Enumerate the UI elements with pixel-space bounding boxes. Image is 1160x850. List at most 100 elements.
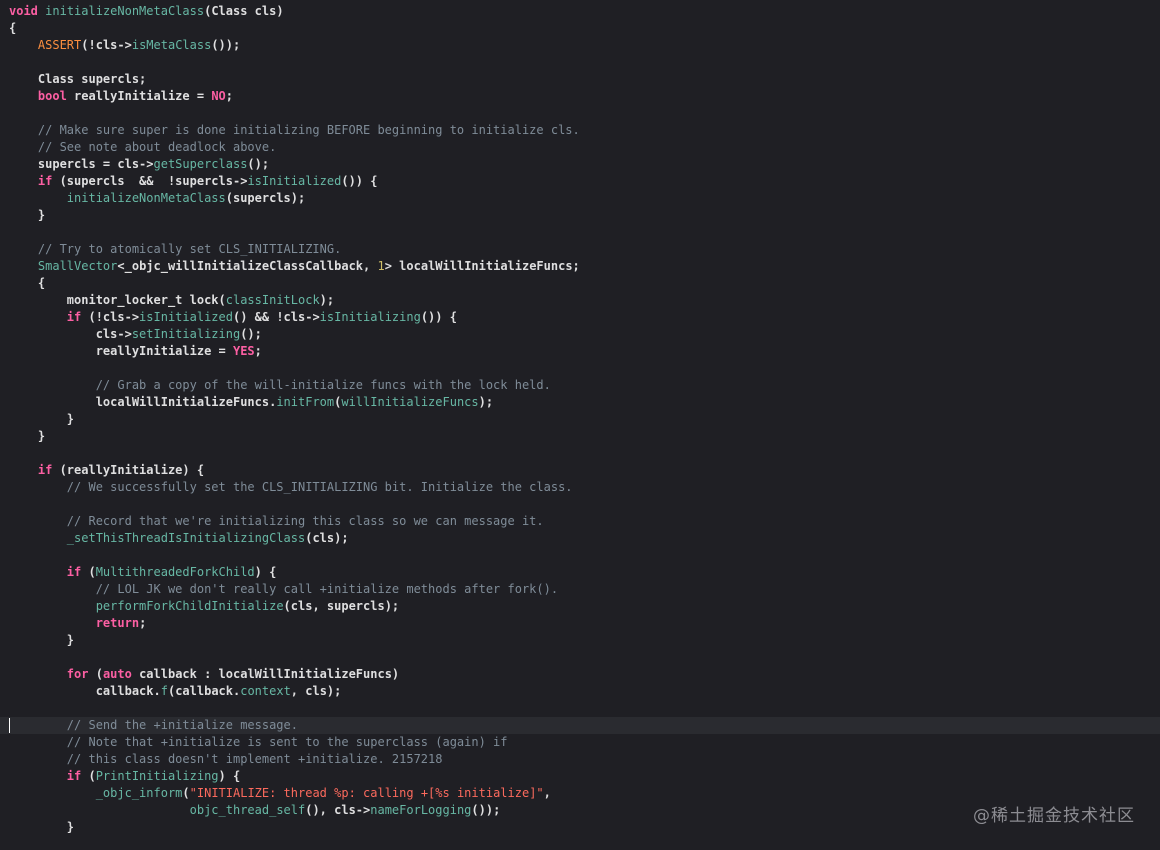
- code-token: ()) {: [420, 310, 457, 324]
- code-line[interactable]: supercls = cls->getSuperclass();: [9, 156, 1149, 173]
- code-token: // Make sure super is done initializing …: [9, 123, 580, 137]
- code-token: (: [88, 667, 103, 681]
- code-line[interactable]: initializeNonMetaClass(supercls);: [9, 190, 1149, 207]
- code-line[interactable]: performForkChildInitialize(cls, supercls…: [9, 598, 1149, 615]
- code-token: 1: [377, 259, 385, 273]
- code-token: // Record that we're initializing this c…: [9, 514, 544, 528]
- code-token: reallyInitialize =: [66, 89, 212, 103]
- code-line[interactable]: }: [9, 428, 1149, 445]
- code-token: }: [66, 412, 75, 426]
- code-view[interactable]: void initializeNonMetaClass(Class cls){ …: [0, 3, 1160, 836]
- code-token: ,: [543, 786, 551, 800]
- code-token: );: [478, 395, 494, 409]
- code-token: , cls);: [290, 684, 342, 698]
- code-line[interactable]: [9, 445, 1149, 462]
- code-token: (supercls && !supercls->: [52, 174, 248, 188]
- code-line[interactable]: _objc_inform("INITIALIZE: thread %p: cal…: [9, 785, 1149, 802]
- code-line[interactable]: {: [9, 275, 1149, 292]
- code-token: for: [66, 667, 89, 681]
- code-line[interactable]: // Record that we're initializing this c…: [9, 513, 1149, 530]
- code-line[interactable]: SmallVector<_objc_willInitializeClassCal…: [9, 258, 1149, 275]
- code-token: SmallVector: [37, 259, 118, 273]
- code-line[interactable]: // See note about deadlock above.: [9, 139, 1149, 156]
- code-token: ) {: [254, 565, 277, 579]
- code-token: (cls);: [305, 531, 349, 545]
- code-token: }: [66, 633, 75, 647]
- code-line[interactable]: // Try to atomically set CLS_INITIALIZIN…: [9, 241, 1149, 258]
- code-line[interactable]: bool reallyInitialize = NO;: [9, 88, 1149, 105]
- code-token: callback.: [95, 684, 161, 698]
- code-token: initFrom: [276, 395, 335, 409]
- code-token: isInitialized: [247, 174, 342, 188]
- code-token: (reallyInitialize) {: [52, 463, 205, 477]
- code-line[interactable]: return;: [9, 615, 1149, 632]
- code-line[interactable]: if (MultithreadedForkChild) {: [9, 564, 1149, 581]
- code-token: cls->: [95, 327, 132, 341]
- code-line[interactable]: cls->setInitializing();: [9, 326, 1149, 343]
- code-line[interactable]: [9, 649, 1149, 666]
- code-token: (Class cls): [204, 4, 284, 18]
- code-line[interactable]: [9, 547, 1149, 564]
- code-line[interactable]: // LOL JK we don't really call +initiali…: [9, 581, 1149, 598]
- code-line[interactable]: }: [9, 207, 1149, 224]
- code-line[interactable]: {: [9, 20, 1149, 37]
- code-token: NO: [211, 89, 226, 103]
- code-line[interactable]: if (reallyInitialize) {: [9, 462, 1149, 479]
- code-line[interactable]: [9, 496, 1149, 513]
- code-token: () && !cls->: [232, 310, 320, 324]
- code-token: // See note about deadlock above.: [9, 140, 277, 154]
- code-token: // Try to atomically set CLS_INITIALIZIN…: [9, 242, 342, 256]
- code-line[interactable]: reallyInitialize = YES;: [9, 343, 1149, 360]
- code-token: "INITIALIZE: thread %p: calling +[%s ini…: [189, 786, 544, 800]
- code-token: (supercls);: [225, 191, 306, 205]
- code-editor[interactable]: void initializeNonMetaClass(Class cls){ …: [0, 0, 1160, 850]
- code-line[interactable]: }: [9, 632, 1149, 649]
- code-line[interactable]: }: [9, 411, 1149, 428]
- code-line[interactable]: // Grab a copy of the will-initialize fu…: [9, 377, 1149, 394]
- code-line[interactable]: void initializeNonMetaClass(Class cls): [9, 3, 1149, 20]
- code-line[interactable]: [9, 54, 1149, 71]
- code-line[interactable]: [9, 700, 1149, 717]
- code-token: (: [81, 565, 96, 579]
- code-line[interactable]: [9, 105, 1149, 122]
- code-token: MultithreadedForkChild: [95, 565, 255, 579]
- code-line[interactable]: if (!cls->isInitialized() && !cls->isIni…: [9, 309, 1149, 326]
- code-token: YES: [232, 344, 255, 358]
- code-token: // this class doesn't implement +initial…: [9, 752, 443, 766]
- code-line[interactable]: callback.f(callback.context, cls);: [9, 683, 1149, 700]
- code-token: setInitializing: [131, 327, 241, 341]
- code-line[interactable]: if (supercls && !supercls->isInitialized…: [9, 173, 1149, 190]
- code-line[interactable]: // Make sure super is done initializing …: [9, 122, 1149, 139]
- code-line[interactable]: localWillInitializeFuncs.initFrom(willIn…: [9, 394, 1149, 411]
- code-token: initializeNonMetaClass: [45, 4, 205, 18]
- code-token: // Note that +initialize is sent to the …: [9, 735, 508, 749]
- code-token: (: [81, 769, 96, 783]
- code-line[interactable]: Class supercls;: [9, 71, 1149, 88]
- code-token: getSuperclass: [153, 157, 248, 171]
- code-token: );: [319, 293, 335, 307]
- code-line[interactable]: monitor_locker_t lock(classInitLock);: [9, 292, 1149, 309]
- code-line[interactable]: for (auto callback : localWillInitialize…: [9, 666, 1149, 683]
- code-token: <_objc_willInitializeClassCallback,: [117, 259, 378, 273]
- code-line[interactable]: _setThisThreadIsInitializingClass(cls);: [9, 530, 1149, 547]
- code-line[interactable]: ASSERT(!cls->isMetaClass());: [9, 37, 1149, 54]
- code-token: ) {: [218, 769, 241, 783]
- code-line[interactable]: // We successfully set the CLS_INITIALIZ…: [9, 479, 1149, 496]
- code-line[interactable]: [9, 224, 1149, 241]
- code-line[interactable]: [9, 360, 1149, 377]
- code-line[interactable]: // Send the +initialize message.: [0, 717, 1160, 734]
- code-line[interactable]: // Note that +initialize is sent to the …: [9, 734, 1149, 751]
- code-token: (callback.: [167, 684, 241, 698]
- code-line[interactable]: if (PrintInitializing) {: [9, 768, 1149, 785]
- code-line[interactable]: // this class doesn't implement +initial…: [9, 751, 1149, 768]
